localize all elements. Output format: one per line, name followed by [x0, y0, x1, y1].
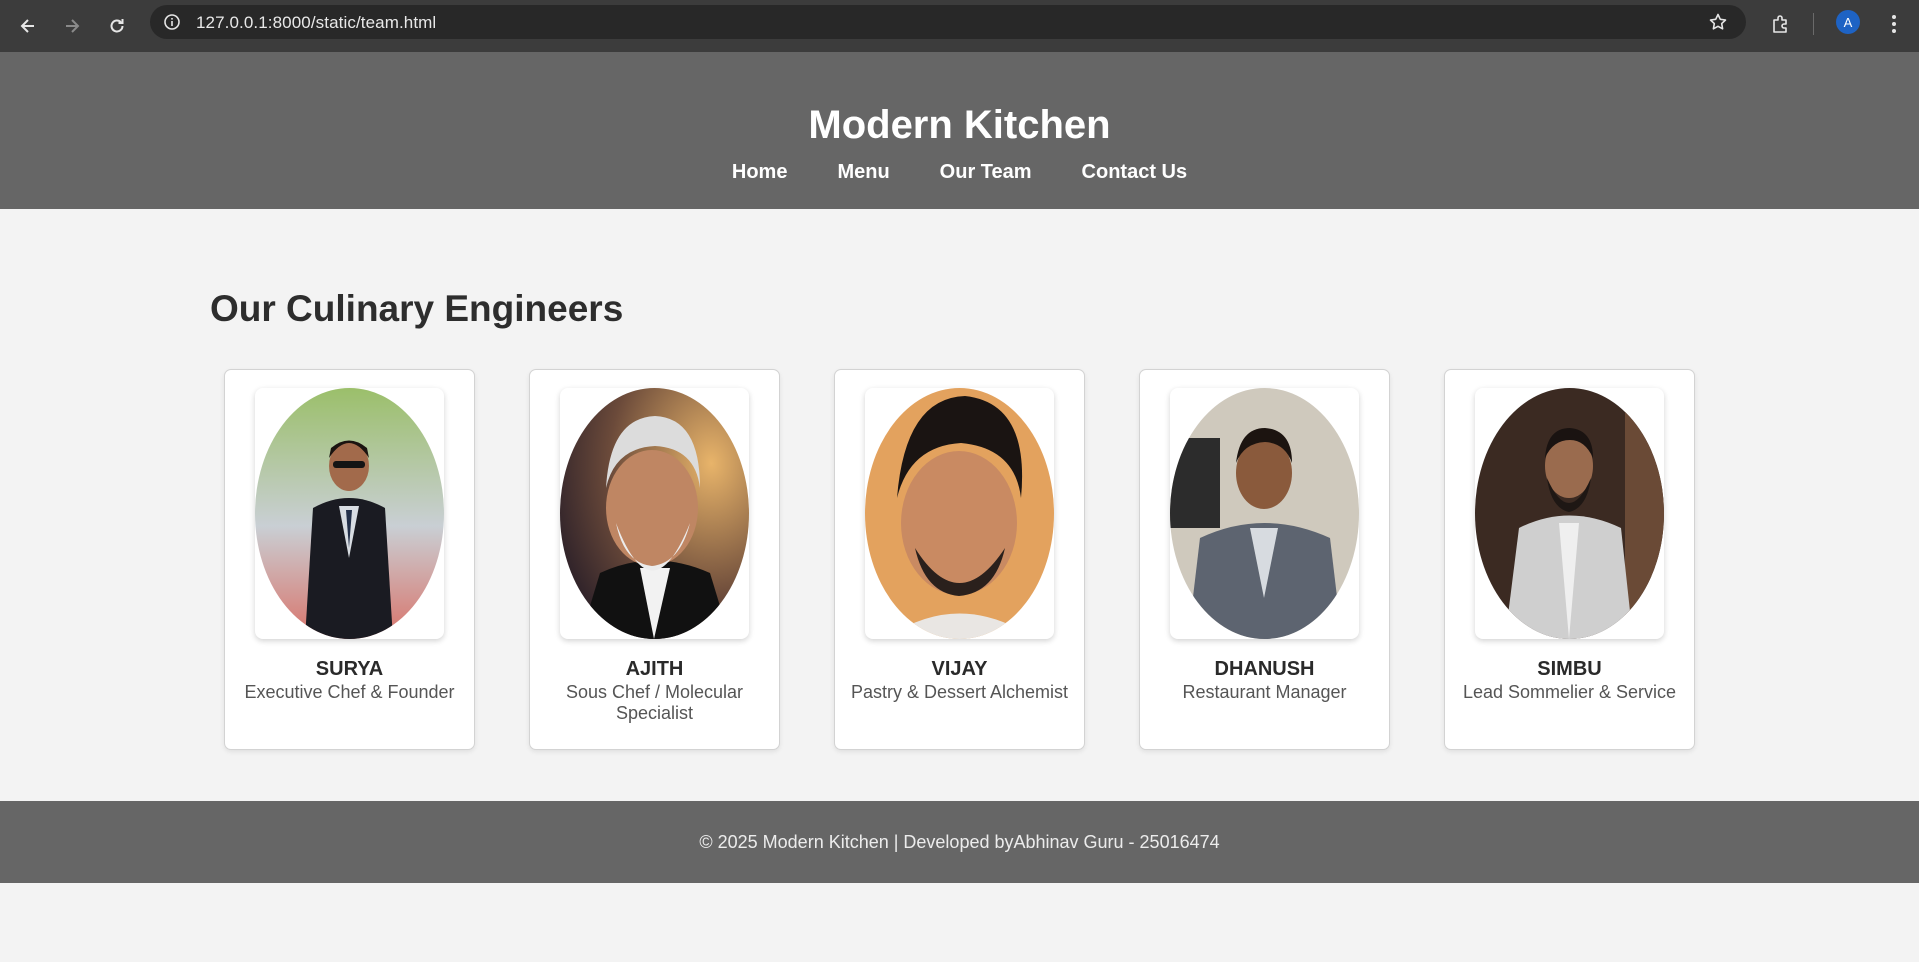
main-nav: Home Menu Our Team Contact Us: [0, 160, 1919, 184]
site-footer: © 2025 Modern Kitchen | Developed byAbhi…: [0, 801, 1919, 883]
member-name: SIMBU: [1537, 658, 1602, 680]
browser-toolbar: 127.0.0.1:8000/static/team.html A: [0, 0, 1919, 52]
team-photo: [560, 388, 749, 639]
star-icon[interactable]: [1706, 10, 1730, 34]
back-icon[interactable]: [12, 10, 44, 42]
info-icon[interactable]: [160, 10, 184, 34]
toolbar-divider: [1813, 13, 1814, 35]
team-card: VIJAY Pastry & Dessert Alchemist: [834, 369, 1085, 750]
team-photo: [865, 388, 1054, 639]
team-card: AJITH Sous Chef / Molecular Specialist: [529, 369, 780, 750]
footer-text: © 2025 Modern Kitchen | Developed byAbhi…: [699, 832, 1220, 852]
team-photo: [1170, 388, 1359, 639]
member-name: VIJAY: [931, 658, 988, 680]
nav-menu[interactable]: Menu: [837, 160, 889, 184]
team-card: SURYA Executive Chef & Founder: [224, 369, 475, 750]
url-text[interactable]: 127.0.0.1:8000/static/team.html: [196, 13, 436, 33]
profile-avatar[interactable]: A: [1836, 10, 1860, 34]
team-card: DHANUSH Restaurant Manager: [1139, 369, 1390, 750]
nav-our-team[interactable]: Our Team: [940, 160, 1032, 184]
team-grid: SURYA Executive Chef & Founder AJITH Sou…: [224, 369, 1696, 751]
address-bar[interactable]: 127.0.0.1:8000/static/team.html: [150, 5, 1746, 39]
extensions-icon[interactable]: [1767, 10, 1795, 38]
member-name: SURYA: [315, 658, 384, 680]
team-photo: [255, 388, 444, 639]
member-role: Lead Sommelier & Service: [1462, 682, 1677, 702]
member-role: Executive Chef & Founder: [244, 682, 455, 702]
member-name: DHANUSH: [1214, 658, 1315, 680]
site-title: Modern Kitchen: [808, 103, 1111, 147]
team-card: SIMBU Lead Sommelier & Service: [1444, 369, 1695, 750]
member-name: AJITH: [625, 658, 684, 680]
section-heading: Our Culinary Engineers: [210, 288, 624, 329]
nav-contact-us[interactable]: Contact Us: [1082, 160, 1188, 184]
member-role: Sous Chef / Molecular Specialist: [565, 682, 744, 723]
reload-icon[interactable]: [101, 10, 133, 42]
site-header: Modern Kitchen Home Menu Our Team Contac…: [0, 52, 1919, 209]
team-photo: [1475, 388, 1664, 639]
nav-home[interactable]: Home: [732, 160, 788, 184]
member-role: Restaurant Manager: [1182, 682, 1347, 702]
member-role: Pastry & Dessert Alchemist: [850, 682, 1069, 702]
menu-icon[interactable]: [1882, 10, 1906, 38]
forward-icon[interactable]: [56, 10, 88, 42]
